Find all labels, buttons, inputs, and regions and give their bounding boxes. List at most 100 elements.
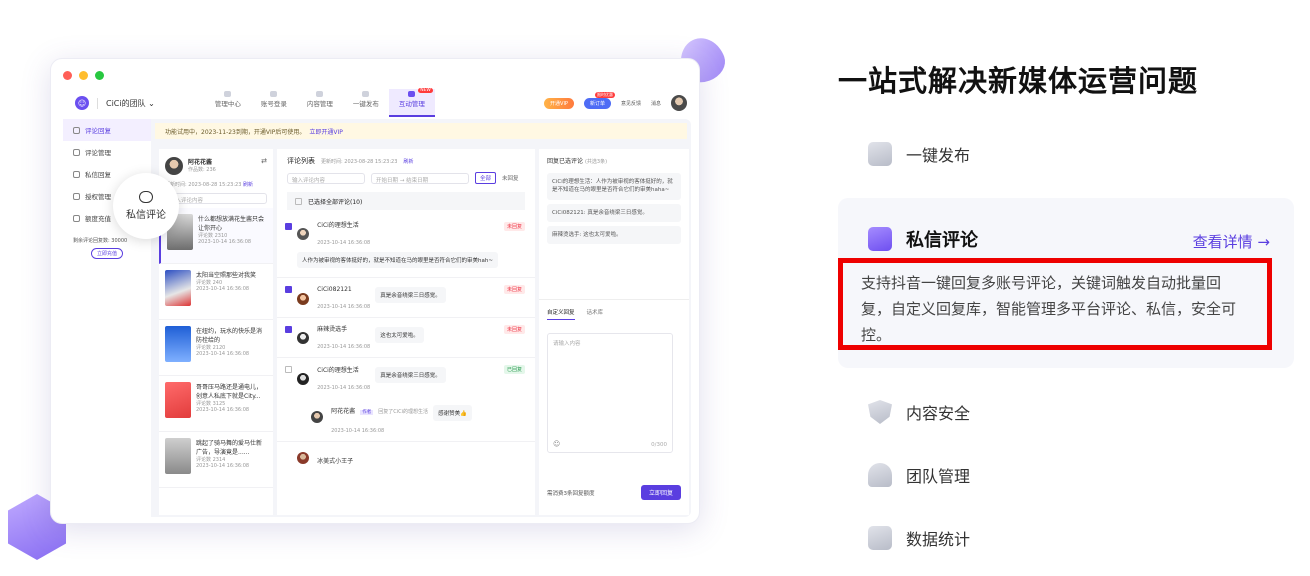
sidebar-item-label: 私信回复 — [85, 171, 111, 179]
comment-date: 2023-10-14 16:36:08 — [317, 303, 371, 310]
feature-item-team[interactable]: 团队管理 — [868, 463, 970, 487]
comment-refresh-link[interactable]: 刷新 — [403, 158, 413, 165]
tab-reply-library[interactable]: 话术库 — [587, 308, 604, 320]
comment-search-input[interactable]: 输入评论内容 — [287, 172, 365, 184]
refresh-link[interactable]: 刷新 — [243, 182, 253, 188]
comment-checkbox[interactable] — [285, 325, 292, 333]
nav-label: 互动管理 — [398, 100, 425, 108]
filter-unreplied-button[interactable]: 未回复 — [502, 174, 519, 182]
message-icon — [73, 170, 80, 178]
video-item[interactable]: 在纽约，玩水的快乐是消防栓给的 评论数 2120 2023-10-14 16:36:… — [159, 320, 273, 376]
select-all-checkbox[interactable] — [295, 197, 302, 205]
comment-date: 2023-10-14 16:36:08 — [317, 384, 371, 391]
close-dot-icon — [63, 71, 72, 80]
feature-panel: 一站式解决新媒体运营问题 一键发布 私信评论 查看详情 → 支持抖音一键回复多账… — [838, 0, 1294, 576]
nav-label: 内容管理 — [306, 100, 333, 108]
video-item[interactable]: 太阳当空照那些对我笑 评论数 240 2023-10-14 16:36:08 — [159, 264, 273, 320]
reply-to-text: 回复了CiCi的理想生活 — [378, 408, 429, 415]
account-updated: 更新时间: 2023-08-28 15:23:23 刷新 — [159, 179, 273, 190]
reply-selected-count: (共选3条) — [584, 159, 608, 165]
notice-text: 功能试用中，2023-11-23到期，开通VIP后可使用。 — [165, 128, 306, 136]
nav-content-manage[interactable]: 内容管理 — [297, 89, 343, 117]
feedback-button[interactable]: 意见反馈 — [621, 100, 641, 107]
wallet-icon — [73, 214, 80, 222]
date-range-input[interactable]: 开始日期 → 结束日期 — [371, 172, 469, 184]
feature-item-publish[interactable]: 一键发布 — [868, 142, 970, 166]
video-search-input[interactable]: 输入评论内容 — [165, 193, 267, 204]
active-feature-label: 私信评论 — [906, 230, 978, 251]
filter-all-button[interactable]: 全部 — [475, 172, 497, 184]
video-item[interactable]: 哥哥压马路还是通电儿，创意人私底下就是City... 评论数 3125 2023-1… — [159, 376, 273, 432]
tab-custom-reply[interactable]: 自定义回复 — [547, 308, 575, 320]
comment-item[interactable]: 冰美式小王子 — [277, 442, 535, 472]
feature-item-stats[interactable]: 数据统计 — [868, 526, 970, 550]
comment-item[interactable]: CiCi082121 2023-10-14 16:36:08 未回复 真是余音绕梁… — [277, 278, 535, 318]
commenter-name: CiCi的理想生活 — [317, 366, 359, 374]
chart-icon — [868, 526, 892, 550]
reply-textarea[interactable]: 请输入内容 ☺ 0/300 — [547, 333, 673, 453]
nav-account-login[interactable]: 账号登录 — [251, 89, 297, 117]
video-thumbnail — [165, 326, 191, 362]
active-feature-title: 私信评论 — [868, 226, 978, 252]
reply-footer: 需消费3条回复额度 立即回复 — [547, 485, 681, 500]
submit-reply-button[interactable]: 立即回复 — [640, 485, 681, 500]
comment-text: 这也太可爱啦。 — [375, 326, 424, 343]
commenter-avatar — [297, 292, 309, 305]
view-details-link[interactable]: 查看详情 → — [1193, 231, 1270, 252]
new-order-button[interactable]: 新订单 限时优惠 — [583, 91, 615, 109]
shield-icon — [868, 400, 892, 424]
comment-item[interactable]: CiCi的理想生活 2023-10-14 16:36:08 已回复 真是余音绕梁三… — [277, 358, 535, 442]
recharge-now-button[interactable]: 立即充值 — [91, 248, 123, 259]
select-all-row[interactable]: 已选择全部评论(10) — [287, 192, 525, 210]
sidebar-item-comment-manage[interactable]: 评论管理 — [63, 141, 151, 163]
nav-one-click-publish[interactable]: 一键发布 — [343, 89, 389, 117]
sidebar-item-label: 评论管理 — [85, 149, 111, 157]
bubble-label: 私信评论 — [126, 210, 166, 221]
team-switcher[interactable]: CiCi的团队 ⌄ — [97, 97, 155, 109]
video-comment-count: 评论数 240 — [196, 280, 223, 286]
comment-checkbox[interactable] — [285, 223, 292, 230]
nav-interaction-manage[interactable]: 互动管理 NEW — [388, 88, 435, 117]
end-date-placeholder: 结束日期 — [406, 177, 429, 184]
video-thumbnail — [165, 270, 191, 306]
chat-bubble-icon — [139, 191, 153, 203]
comment-item[interactable]: CiCi的理想生活 2023-10-14 16:36:08 未回复 人作为被审视的… — [277, 215, 535, 278]
updated-text: 更新时间: 2023-08-28 15:23:23 — [165, 182, 242, 188]
video-date: 2023-10-14 16:36:08 — [196, 463, 250, 469]
status-badge: 未回复 — [503, 285, 525, 294]
nav-label: 账号登录 — [260, 100, 287, 108]
comment-checkbox[interactable] — [285, 366, 292, 373]
app-top-bar: ☺ CiCi的团队 ⌄ 管理中心 账号登录 内容管理 一键发布 互动管理 NEW … — [65, 88, 687, 117]
reply-panel: 回复已选评论 (共选3条) CiCi的理想生活：人作为被审视的客体挺好的，就是不… — [539, 149, 689, 515]
feature-description: 支持抖音一键回复多账号评论，关键词触发自动批量回复，自定义回复库，智能管理多平台… — [838, 258, 1272, 350]
video-comment-count: 评论数 3125 — [196, 401, 226, 407]
user-avatar[interactable] — [671, 95, 687, 111]
sidebar-item-label: 评论回复 — [85, 127, 111, 135]
page: ☺ CiCi的团队 ⌄ 管理中心 账号登录 内容管理 一键发布 互动管理 NEW … — [0, 0, 1310, 576]
minimize-dot-icon — [79, 71, 88, 80]
sidebar-item-comment-reply[interactable]: 评论回复 — [63, 119, 151, 141]
video-thumbnail — [165, 438, 191, 474]
video-date: 2023-10-14 16:36:08 — [196, 351, 250, 357]
start-date-placeholder: 开始日期 — [376, 177, 399, 184]
nav-manage-center[interactable]: 管理中心 — [205, 89, 251, 117]
account-avatar — [165, 157, 183, 175]
comment-list-header: 评论列表 更新时间: 2023-08-28 15:23:23 刷新 — [277, 149, 535, 169]
comment-icon — [73, 126, 80, 134]
comment-item[interactable]: 麻辣烫选手 2023-10-14 16:36:08 未回复 这也太可爱啦。 — [277, 318, 535, 358]
open-vip-link[interactable]: 立即开通VIP — [309, 127, 343, 136]
selected-comment: CiCi的理想生活：人作为被审视的客体挺好的，就是不知道在马的眼里是否符合它们的… — [547, 173, 681, 200]
comment-checkbox[interactable] — [285, 286, 292, 293]
video-item[interactable]: 跳起了骑马舞的爱马仕新广告，导演竟是...... 评论数 2314 2023-10-… — [159, 432, 273, 488]
messages-button[interactable]: 消息 — [651, 100, 661, 107]
page-headline: 一站式解决新媒体运营问题 — [838, 64, 1199, 98]
open-vip-button[interactable]: 开通VIP — [544, 97, 574, 109]
commenter-avatar — [297, 228, 309, 240]
video-date: 2023-10-14 16:36:08 — [196, 286, 250, 292]
reply-panel-title: 回复已选评论 — [547, 158, 584, 165]
feature-item-content-safety[interactable]: 内容安全 — [868, 400, 970, 424]
team-icon — [868, 463, 892, 487]
commenter-avatar — [297, 332, 309, 344]
emoji-icon[interactable]: ☺ — [553, 440, 560, 448]
switch-account-icon[interactable]: ⇄ — [261, 157, 267, 175]
